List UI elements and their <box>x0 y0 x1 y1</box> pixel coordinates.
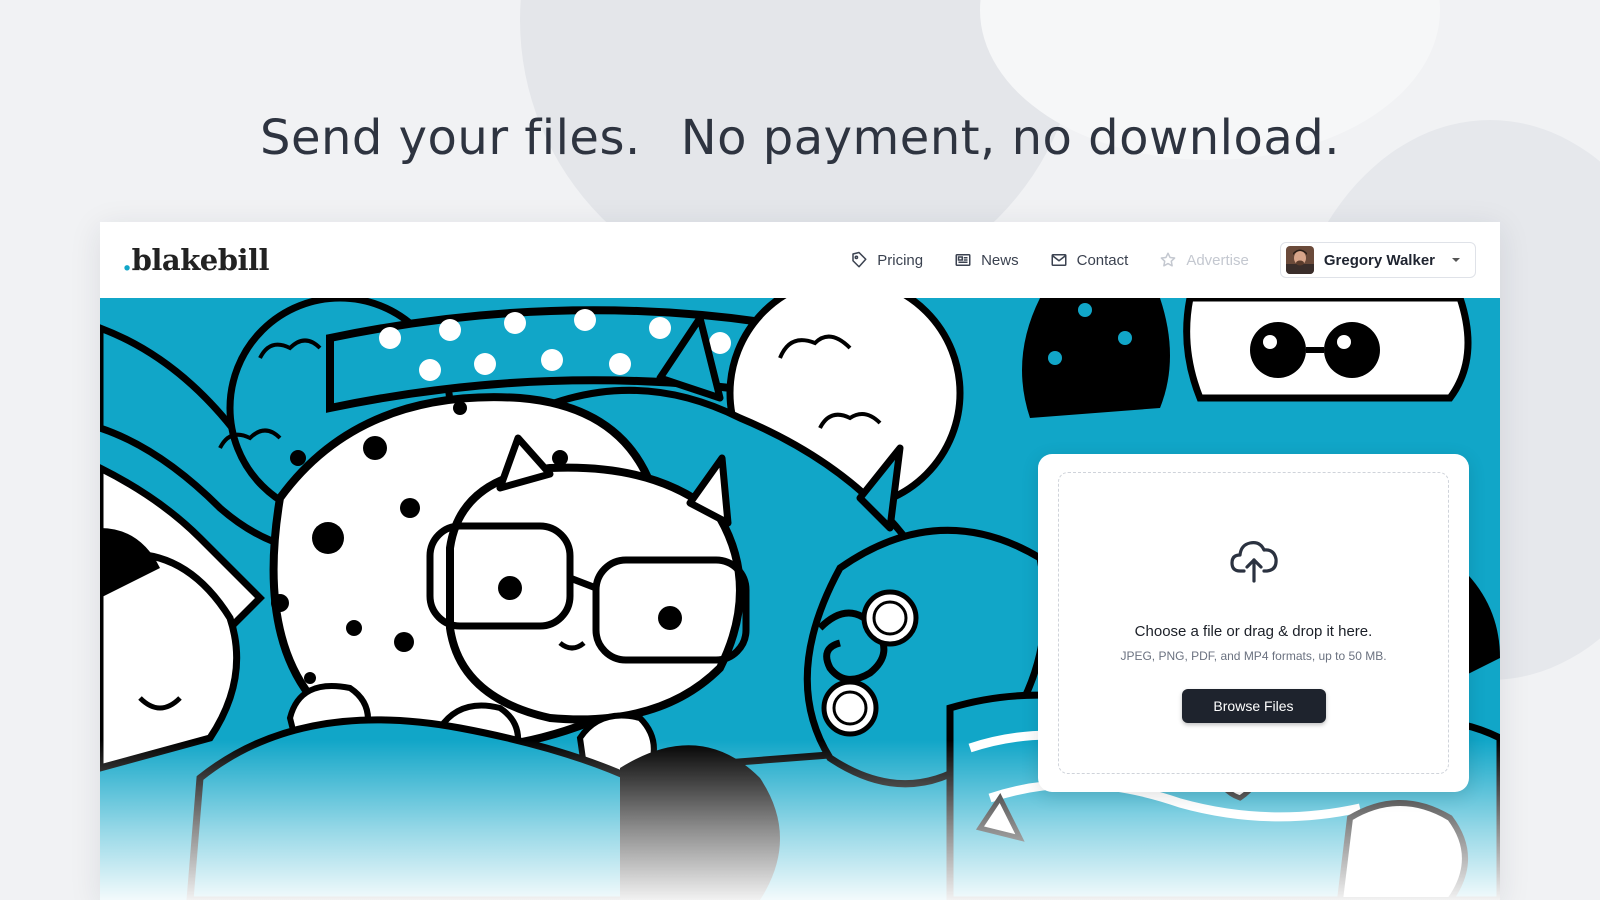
headline-part-1: Send your files. <box>260 110 641 166</box>
newspaper-icon <box>955 254 971 266</box>
drop-subtitle: JPEG, PNG, PDF, and MP4 formats, up to 5… <box>1120 649 1387 663</box>
chevron-down-icon <box>1452 258 1460 262</box>
nav-advertise: Advertise <box>1159 251 1249 269</box>
star-icon <box>1160 252 1176 267</box>
main-nav: Pricing News Contact Advertise Gregory W… <box>850 242 1500 278</box>
logo[interactable]: .blakebill <box>122 243 270 277</box>
nav-pricing-label: Pricing <box>877 251 924 269</box>
nav-pricing[interactable]: Pricing <box>850 251 923 269</box>
mail-icon <box>1051 254 1067 266</box>
dropzone[interactable]: Choose a file or drag & drop it here. JP… <box>1058 472 1449 774</box>
user-name: Gregory Walker <box>1323 251 1435 269</box>
browse-files-button[interactable]: Browse Files <box>1181 689 1326 723</box>
hero-illustration: Choose a file or drag & drop it here. JP… <box>100 298 1500 900</box>
nav-advertise-label: Advertise <box>1186 251 1249 269</box>
cloud-upload-icon <box>1229 541 1278 583</box>
drop-title: Choose a file or drag & drop it here. <box>1134 623 1373 640</box>
nav-contact[interactable]: Contact <box>1050 251 1129 269</box>
page: Send your files. No payment, no download.… <box>0 0 1600 900</box>
nav-news-label: News <box>981 251 1019 269</box>
upload-card: Choose a file or drag & drop it here. JP… <box>1038 454 1469 792</box>
logo-name: blakebill <box>131 243 270 277</box>
headline-part-2: No payment, no download. <box>680 110 1340 166</box>
logo-dot: . <box>122 243 132 277</box>
tag-icon <box>852 251 867 268</box>
avatar <box>1285 246 1314 274</box>
app-window: .blakebill Pricing News Contact Advertis… <box>100 222 1500 900</box>
nav-news[interactable]: News <box>954 251 1019 269</box>
navbar: .blakebill Pricing News Contact Advertis… <box>100 222 1500 299</box>
user-menu[interactable]: Gregory Walker <box>1279 242 1476 278</box>
nav-contact-label: Contact <box>1076 251 1129 269</box>
headline: Send your files. No payment, no download. <box>0 110 1600 166</box>
